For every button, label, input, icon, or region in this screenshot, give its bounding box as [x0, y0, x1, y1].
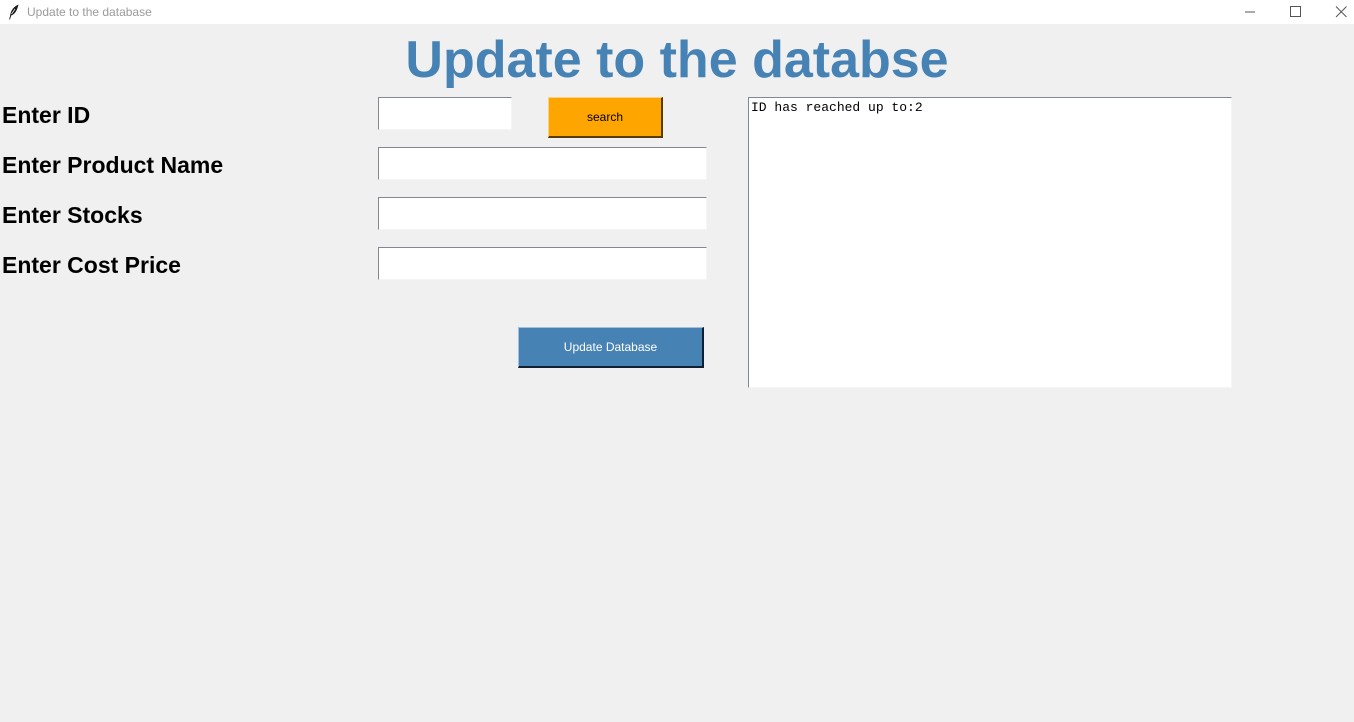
close-button[interactable] — [1318, 0, 1354, 24]
id-label: Enter ID — [2, 102, 91, 128]
cost-price-input[interactable] — [378, 247, 707, 280]
stocks-input[interactable] — [378, 197, 707, 230]
close-icon — [1335, 6, 1347, 18]
maximize-icon — [1290, 6, 1301, 17]
id-input[interactable] — [378, 97, 512, 130]
page-title-text: Update to the databse — [405, 31, 949, 89]
update-database-button[interactable]: Update Database — [518, 327, 704, 368]
title-bar: Update to the database — [0, 0, 1354, 24]
stocks-label: Enter Stocks — [2, 202, 143, 228]
cost-price-label: Enter Cost Price — [2, 252, 181, 278]
window-title: Update to the database — [27, 5, 152, 19]
maximize-button[interactable] — [1272, 0, 1318, 24]
minimize-icon — [1245, 11, 1255, 13]
main-window: Update to the database Update to the dat… — [0, 0, 1354, 722]
page-title: Update to the databse — [0, 30, 1354, 90]
product-name-input[interactable] — [378, 147, 707, 180]
output-textarea[interactable]: ID has reached up to:2 — [748, 97, 1232, 388]
search-button[interactable]: search — [548, 97, 663, 138]
product-name-label: Enter Product Name — [2, 152, 224, 178]
feather-icon — [8, 4, 20, 20]
minimize-button[interactable] — [1227, 0, 1273, 24]
